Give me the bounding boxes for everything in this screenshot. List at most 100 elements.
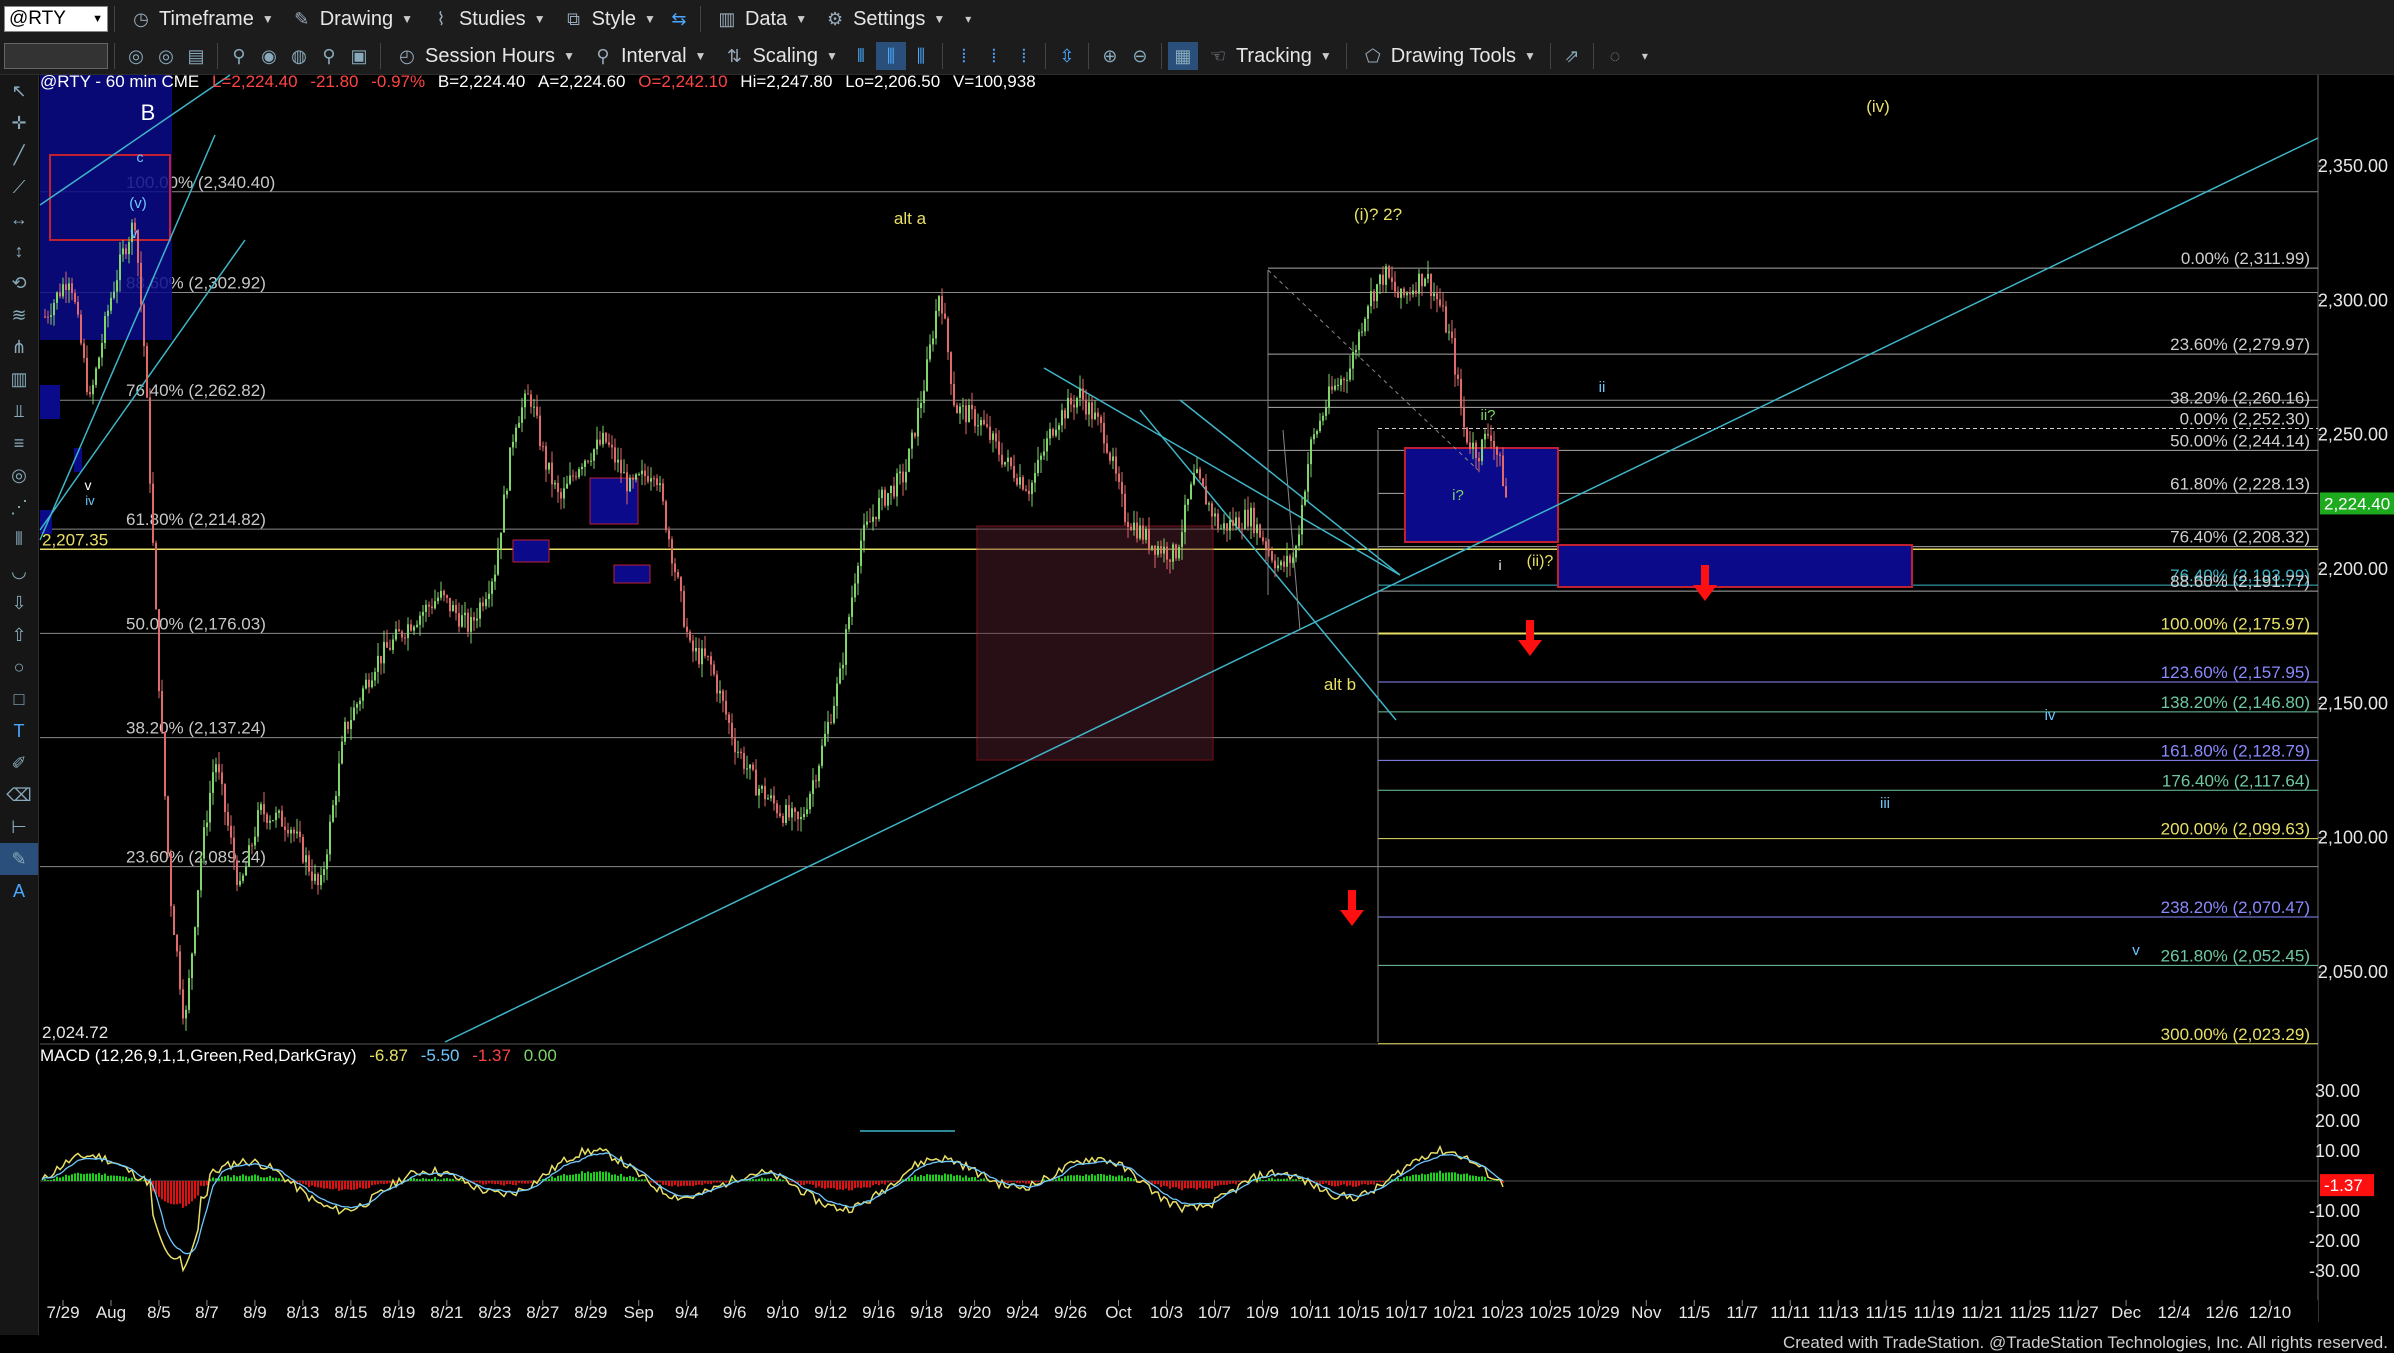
candle-body [50,315,52,317]
macd-bar [164,1181,166,1202]
candle-body [389,647,391,650]
macd-bar [113,1175,115,1181]
macd-bar [551,1176,553,1181]
candle-body [539,415,541,447]
macd-bar [1211,1181,1213,1189]
candle-body [620,459,622,474]
candle-body [509,447,511,491]
macd-bar [1424,1174,1426,1181]
macd-bar [1217,1181,1219,1186]
macd-bar [983,1178,985,1181]
candle-body [383,642,385,664]
macd-bar [56,1176,58,1181]
candle-body [1439,299,1441,306]
macd-bar [1091,1174,1093,1181]
candle-body [785,804,787,823]
candle-body [536,406,538,416]
candle-body [1223,523,1225,529]
candle-body [518,422,520,428]
wave-label-iii-right: iii [1880,795,1890,812]
macd-hist: -1.37 [472,1046,511,1065]
macd-bar [47,1180,49,1181]
candle-body [500,532,502,550]
macd-bar [575,1173,577,1181]
candle-body [260,804,262,811]
macd-bar [98,1172,100,1181]
x-tick-label: 10/29 [1577,1303,1620,1322]
candle-body [1313,434,1315,440]
candle-body [1214,513,1216,517]
macd-tick-label: 30.00 [2315,1081,2360,1101]
macd-bar [824,1181,826,1189]
candle-body [191,953,193,979]
candle-body [878,498,880,520]
candle-body [1208,503,1210,505]
macd-bar [911,1177,913,1181]
candle-body [674,563,676,573]
macd-bar [368,1181,370,1189]
x-tick-label: Oct [1105,1303,1132,1322]
macd-bar [1319,1181,1321,1185]
candle-body [1058,425,1060,430]
macd-bar [941,1175,943,1181]
candle-body [626,472,628,492]
macd-bar [197,1181,199,1196]
candle-body [362,688,364,701]
wave-label-alt-b: alt b [1324,675,1356,694]
candle-body [695,647,697,652]
candle-body [593,449,595,461]
fib-label-left: 61.80% (2,214.82) [126,510,266,529]
macd-bar [1019,1181,1021,1184]
macd-bar [686,1181,688,1186]
x-tick-label: 9/24 [1006,1303,1039,1322]
macd-bar [110,1175,112,1181]
macd-bar [80,1173,82,1181]
x-tick-label: 10/7 [1198,1303,1231,1322]
candle-body [905,471,907,483]
macd-bar [1070,1175,1072,1181]
candle-body [248,845,250,867]
candle-body [749,764,751,769]
candle-body [206,822,208,828]
x-tick-label: 11/27 [2057,1303,2098,1322]
macd-bar [188,1181,190,1204]
candle-body [911,432,913,449]
candle-body [1004,461,1006,465]
price-chart[interactable]: 2,350.00 2,300.00 2,250.00 2,200.00 2,150.00… [0,0,2394,1353]
candle-body [194,927,196,954]
candle-body [1094,412,1096,420]
macd-bar [1349,1181,1351,1186]
macd-bar [683,1181,685,1186]
wave-label-ii-q: ii? [1480,407,1495,424]
candle-body [569,475,571,484]
candle-body [317,873,319,886]
macd-bar [128,1178,130,1181]
macd-bar [1427,1174,1429,1181]
macd-bar [1166,1181,1168,1187]
macd-bar [1370,1181,1372,1185]
net-change: -21.80 [310,72,359,91]
macd-bar [578,1173,580,1181]
x-tick-label: 11/25 [2009,1303,2050,1322]
candle-body [1319,420,1321,432]
macd-bar [422,1178,424,1181]
candle-body [1220,528,1222,530]
candle-body [1076,397,1078,408]
candle-body [530,394,532,407]
candle-body [575,476,577,478]
candle-body [482,602,484,607]
candle-body [1079,388,1081,398]
candle-body [1016,478,1018,485]
candle-body [551,462,553,485]
candle-body [1133,522,1135,531]
candle-body [143,304,145,347]
candle-body [71,283,73,294]
fib-label-right: 38.20% (2,260.16) [2170,388,2310,407]
macd-tag: -1.37 [2324,1176,2363,1195]
candle-body [1169,559,1171,562]
candle-body [941,296,943,314]
candle-body [1175,544,1177,559]
macd-bar [425,1178,427,1181]
fib-label-right: 0.00% (2,252.30) [2180,409,2310,428]
macd-bar [1265,1179,1267,1181]
